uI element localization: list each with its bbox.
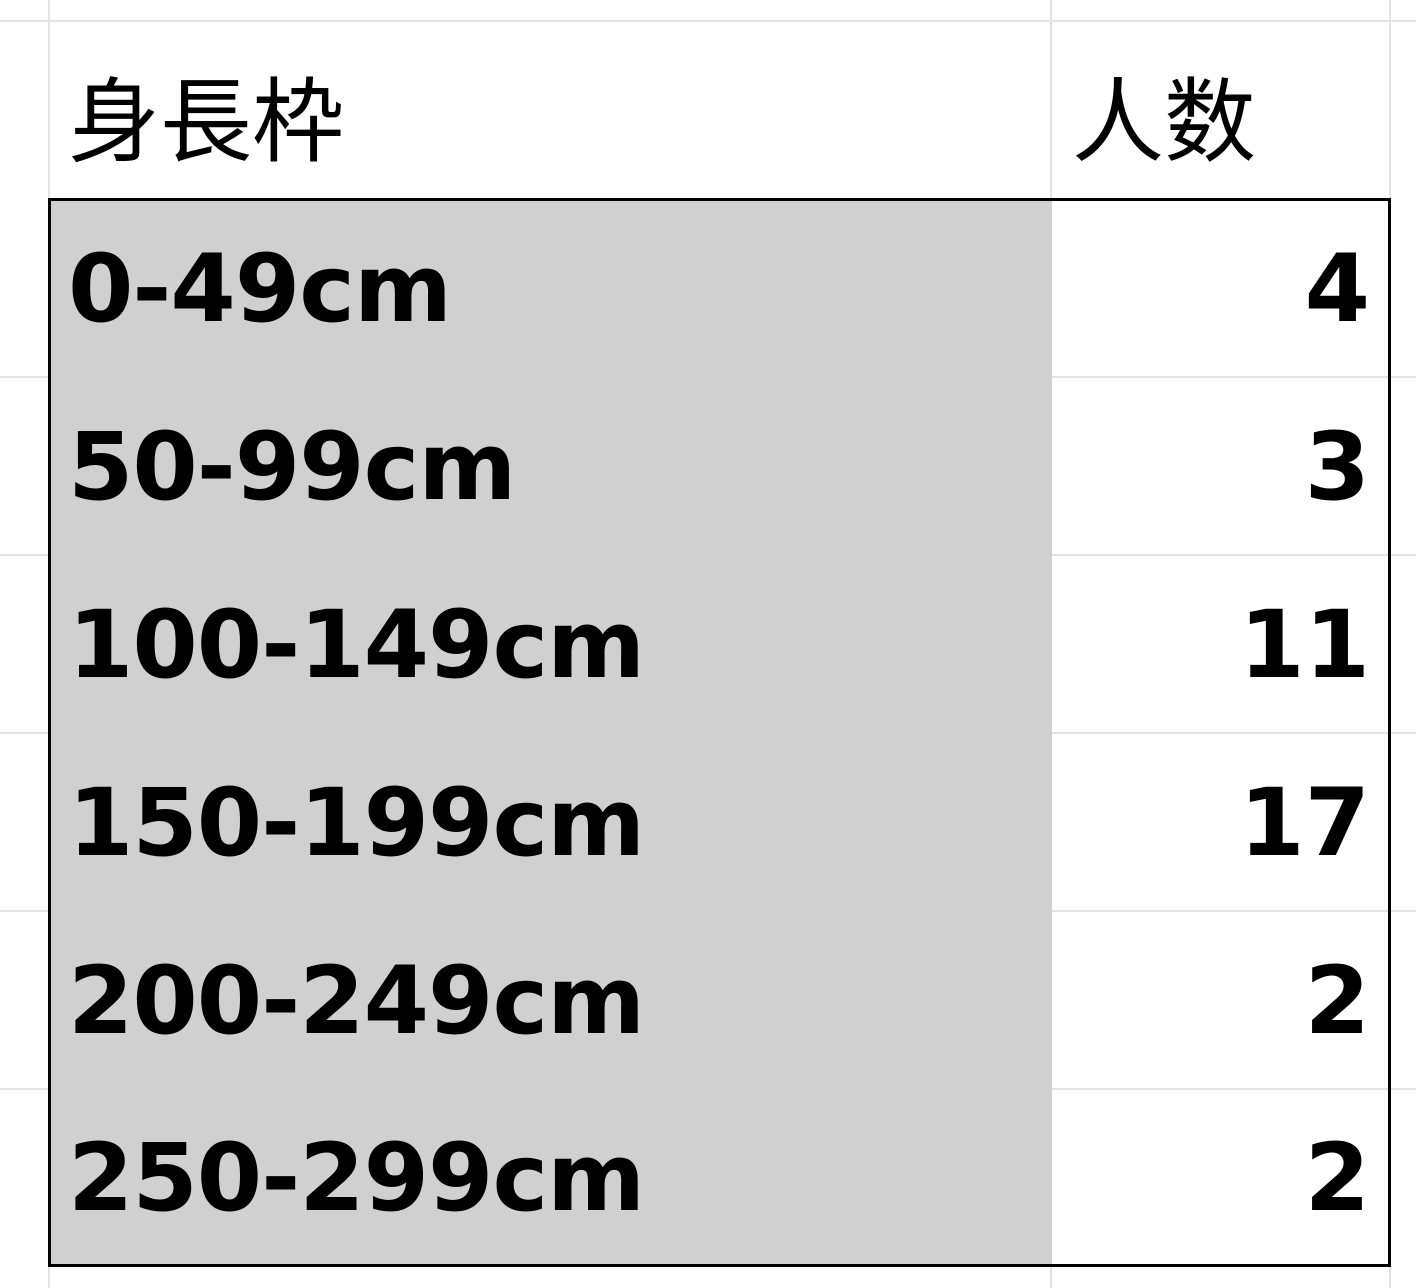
- header-cell-height-range[interactable]: 身長枠: [50, 22, 1052, 198]
- selection-border: [48, 198, 1391, 1267]
- header-height-range-text: 身長枠: [68, 68, 345, 176]
- header-cell-count[interactable]: 人数: [1052, 22, 1390, 198]
- header-count-text: 人数: [1072, 68, 1257, 176]
